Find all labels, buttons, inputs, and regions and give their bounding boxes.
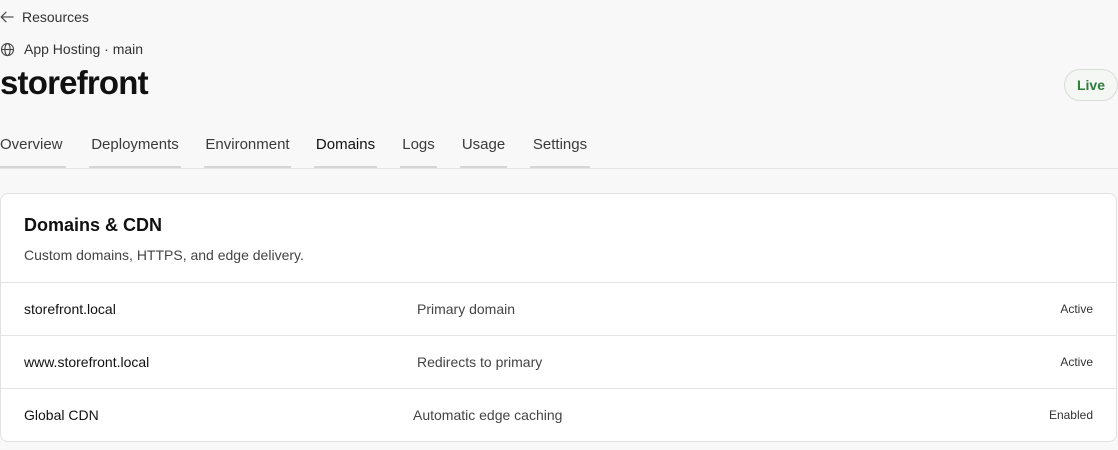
domain-name: storefront.local [24,301,116,317]
domain-row[interactable]: www.storefront.local Redirects to primar… [1,336,1116,389]
domain-description: Primary domain [417,301,516,317]
domain-row[interactable]: storefront.local Primary domain Active [1,283,1116,336]
domain-status: Active [1060,302,1093,316]
tab-domains[interactable]: Domains [314,130,377,168]
tab-settings[interactable]: Settings [530,130,590,168]
status-badge: Live [1063,69,1118,101]
tab-deployments[interactable]: Deployments [89,130,181,168]
tab-overview[interactable]: Overview [0,130,66,168]
card-subtitle: Custom domains, HTTPS, and edge delivery… [24,247,304,263]
domains-cdn-card: Domains & CDN Custom domains, HTTPS, and… [0,193,1117,442]
cdn-description: Automatic edge caching [413,407,563,423]
back-to-resources-link[interactable]: Resources [0,8,89,26]
arrow-left-icon [0,11,14,23]
app-hosting-page: Resources App Hosting · main storefront … [0,0,1118,450]
card-title: Domains & CDN [24,215,163,235]
service-breadcrumb: App Hosting · main [0,40,143,58]
service-line-text: App Hosting · main [24,41,144,57]
tab-usage[interactable]: Usage [460,130,507,168]
tab-bar: Overview Deployments Environment Domains… [0,130,1118,169]
domain-status: Active [1060,355,1093,369]
back-link-label: Resources [22,9,89,25]
globe-icon [0,42,15,57]
tab-logs[interactable]: Logs [400,130,437,168]
page-title: storefront [0,64,149,101]
tab-environment[interactable]: Environment [204,130,291,168]
card-header: Domains & CDN Custom domains, HTTPS, and… [1,194,1116,283]
cdn-row[interactable]: Global CDN Automatic edge caching Enable… [1,389,1116,441]
domain-description: Redirects to primary [417,354,543,370]
cdn-status: Enabled [1048,408,1093,422]
cdn-name: Global CDN [24,407,99,423]
domain-name: www.storefront.local [24,354,150,370]
